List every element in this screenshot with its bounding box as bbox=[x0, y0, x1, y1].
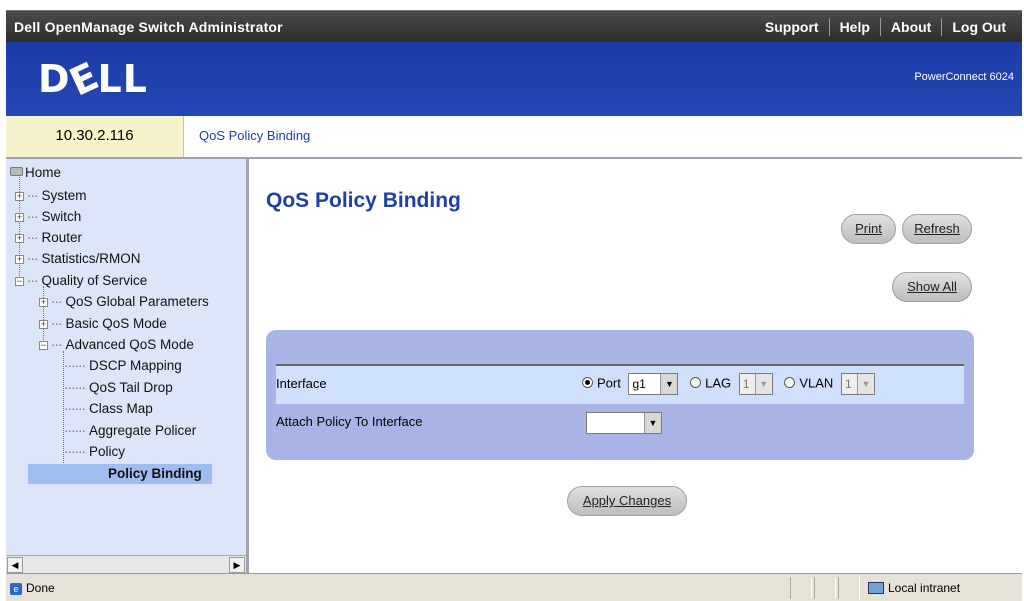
status-segment bbox=[790, 577, 812, 599]
help-link[interactable]: Help bbox=[828, 18, 880, 36]
security-zone: Local intranet bbox=[868, 581, 960, 595]
interface-row: Interface Port g1 ▼ LAG 1 ▼ VLAN 1 ▼ bbox=[276, 366, 964, 404]
expand-icon[interactable]: + bbox=[15, 192, 24, 201]
product-name: PowerConnect 6024 bbox=[914, 71, 1014, 83]
lag-select[interactable]: 1 ▼ bbox=[738, 373, 773, 395]
port-label: Port bbox=[597, 375, 621, 391]
tree-item-label: Policy bbox=[88, 444, 125, 459]
attach-policy-label: Attach Policy To Interface bbox=[276, 414, 423, 429]
port-select-value: g1 bbox=[632, 377, 646, 391]
interface-controls: Port g1 ▼ LAG 1 ▼ VLAN 1 ▼ bbox=[582, 373, 875, 395]
brand-banner: DELL PowerConnect 6024 bbox=[6, 42, 1022, 116]
tree-item-class-map[interactable]: ······ Class Map bbox=[64, 401, 153, 417]
show-all-button[interactable]: Show All bbox=[892, 272, 972, 302]
apply-changes-button[interactable]: Apply Changes bbox=[567, 486, 687, 516]
tree-item-label: Router bbox=[41, 230, 83, 245]
app-title: Dell OpenManage Switch Administrator bbox=[14, 19, 283, 35]
chevron-down-icon: ▼ bbox=[856, 374, 874, 394]
expand-icon[interactable]: + bbox=[15, 213, 24, 222]
chevron-down-icon: ▼ bbox=[660, 374, 678, 394]
refresh-button[interactable]: Refresh bbox=[902, 214, 972, 244]
port-select[interactable]: g1 ▼ bbox=[628, 373, 679, 395]
attach-policy-select[interactable]: ▼ bbox=[586, 412, 662, 434]
interface-label: Interface bbox=[276, 376, 327, 391]
content-area: QoS Policy Binding Print Refresh Show Al… bbox=[252, 159, 1022, 573]
status-segment bbox=[814, 577, 836, 599]
chevron-down-icon: ▼ bbox=[644, 413, 661, 433]
vlan-radio[interactable] bbox=[784, 377, 796, 389]
vlan-label: VLAN bbox=[799, 375, 834, 391]
tree-item-qos-global[interactable]: + ··· QoS Global Parameters bbox=[39, 294, 209, 310]
device-ip: 10.30.2.116 bbox=[6, 116, 184, 157]
tree-item-label: Basic QoS Mode bbox=[65, 316, 167, 331]
header-links: Support Help About Log Out bbox=[755, 11, 1016, 43]
tree-item-label: Aggregate Policer bbox=[88, 423, 197, 438]
chevron-down-icon: ▼ bbox=[754, 374, 772, 394]
status-done: e Done bbox=[10, 581, 55, 595]
tree-item-label: Advanced QoS Mode bbox=[65, 337, 194, 352]
navigation-tree: Home + ··· System + ··· Switch + ··· Router + ·… bbox=[6, 159, 249, 573]
breadcrumb[interactable]: QoS Policy Binding bbox=[199, 128, 310, 143]
collapse-icon[interactable]: − bbox=[39, 341, 48, 350]
tree-item-router[interactable]: + ··· Router bbox=[15, 230, 82, 246]
scroll-left-icon[interactable]: ◀ bbox=[7, 557, 23, 573]
expand-icon[interactable]: + bbox=[15, 234, 24, 243]
intranet-icon bbox=[868, 582, 884, 594]
tree-item-tail-drop[interactable]: ······ QoS Tail Drop bbox=[64, 380, 173, 396]
tree-item-label: Class Map bbox=[88, 401, 153, 416]
folder-icon bbox=[10, 167, 23, 176]
tree-item-label: QoS Global Parameters bbox=[65, 294, 209, 309]
expand-icon[interactable]: + bbox=[15, 255, 24, 264]
tree-item-advanced-qos[interactable]: − ··· Advanced QoS Mode bbox=[39, 337, 194, 353]
policy-binding-panel: Interface Port g1 ▼ LAG 1 ▼ VLAN 1 ▼ Attach… bbox=[266, 330, 974, 460]
status-segment bbox=[838, 577, 860, 599]
zone-text: Local intranet bbox=[888, 581, 961, 595]
tree-item-label: Quality of Service bbox=[41, 273, 148, 288]
vlan-select[interactable]: 1 ▼ bbox=[840, 373, 875, 395]
tree-item-switch[interactable]: + ··· Switch bbox=[15, 209, 81, 225]
about-link[interactable]: About bbox=[879, 18, 941, 36]
tree-item-label: Statistics/RMON bbox=[41, 251, 141, 266]
page-title: QoS Policy Binding bbox=[266, 189, 461, 212]
lag-radio[interactable] bbox=[690, 377, 702, 389]
tree-item-label: Switch bbox=[41, 209, 82, 224]
tree-item-label: Policy Binding bbox=[108, 466, 202, 481]
title-bar: Dell OpenManage Switch Administrator Sup… bbox=[6, 10, 1022, 42]
tree-item-qos[interactable]: − ··· Quality of Service bbox=[15, 273, 147, 289]
tree-item-statistics[interactable]: + ··· Statistics/RMON bbox=[15, 251, 141, 267]
tree-item-dscp[interactable]: ······ DSCP Mapping bbox=[64, 358, 182, 374]
collapse-icon[interactable]: − bbox=[15, 277, 24, 286]
tree-item-policy-binding[interactable]: Policy Binding bbox=[28, 464, 212, 484]
print-button[interactable]: Print bbox=[841, 214, 896, 244]
status-bar: e Done Local intranet bbox=[6, 573, 1022, 601]
dell-logo: DELL bbox=[38, 53, 148, 105]
vlan-select-value: 1 bbox=[844, 377, 852, 391]
scroll-right-icon[interactable]: ▶ bbox=[229, 557, 245, 573]
tree-item-label: QoS Tail Drop bbox=[88, 380, 173, 395]
status-text: Done bbox=[26, 581, 55, 595]
tree-item-label: System bbox=[41, 188, 87, 203]
port-radio[interactable] bbox=[582, 377, 593, 389]
support-link[interactable]: Support bbox=[755, 18, 829, 36]
expand-icon[interactable]: + bbox=[39, 320, 48, 329]
tree-item-aggregate-policer[interactable]: ······ Aggregate Policer bbox=[64, 423, 196, 439]
tree-item-basic-qos[interactable]: + ··· Basic QoS Mode bbox=[39, 316, 167, 332]
lag-select-value: 1 bbox=[742, 377, 750, 391]
attach-policy-row: Attach Policy To Interface ▼ bbox=[276, 404, 964, 442]
ie-page-icon: e bbox=[10, 583, 22, 595]
tree-item-policy[interactable]: ······ Policy bbox=[64, 444, 125, 460]
logout-link[interactable]: Log Out bbox=[941, 18, 1016, 36]
tree-item-label: Home bbox=[25, 165, 62, 180]
horizontal-scrollbar[interactable]: ◀ ▶ bbox=[6, 555, 246, 573]
address-row: 10.30.2.116 QoS Policy Binding bbox=[6, 116, 1022, 159]
tree-item-home[interactable]: Home bbox=[10, 165, 61, 181]
lag-label: LAG bbox=[705, 375, 732, 391]
tree-item-system[interactable]: + ··· System bbox=[15, 188, 87, 204]
expand-icon[interactable]: + bbox=[39, 298, 48, 307]
tree-item-label: DSCP Mapping bbox=[88, 358, 182, 373]
